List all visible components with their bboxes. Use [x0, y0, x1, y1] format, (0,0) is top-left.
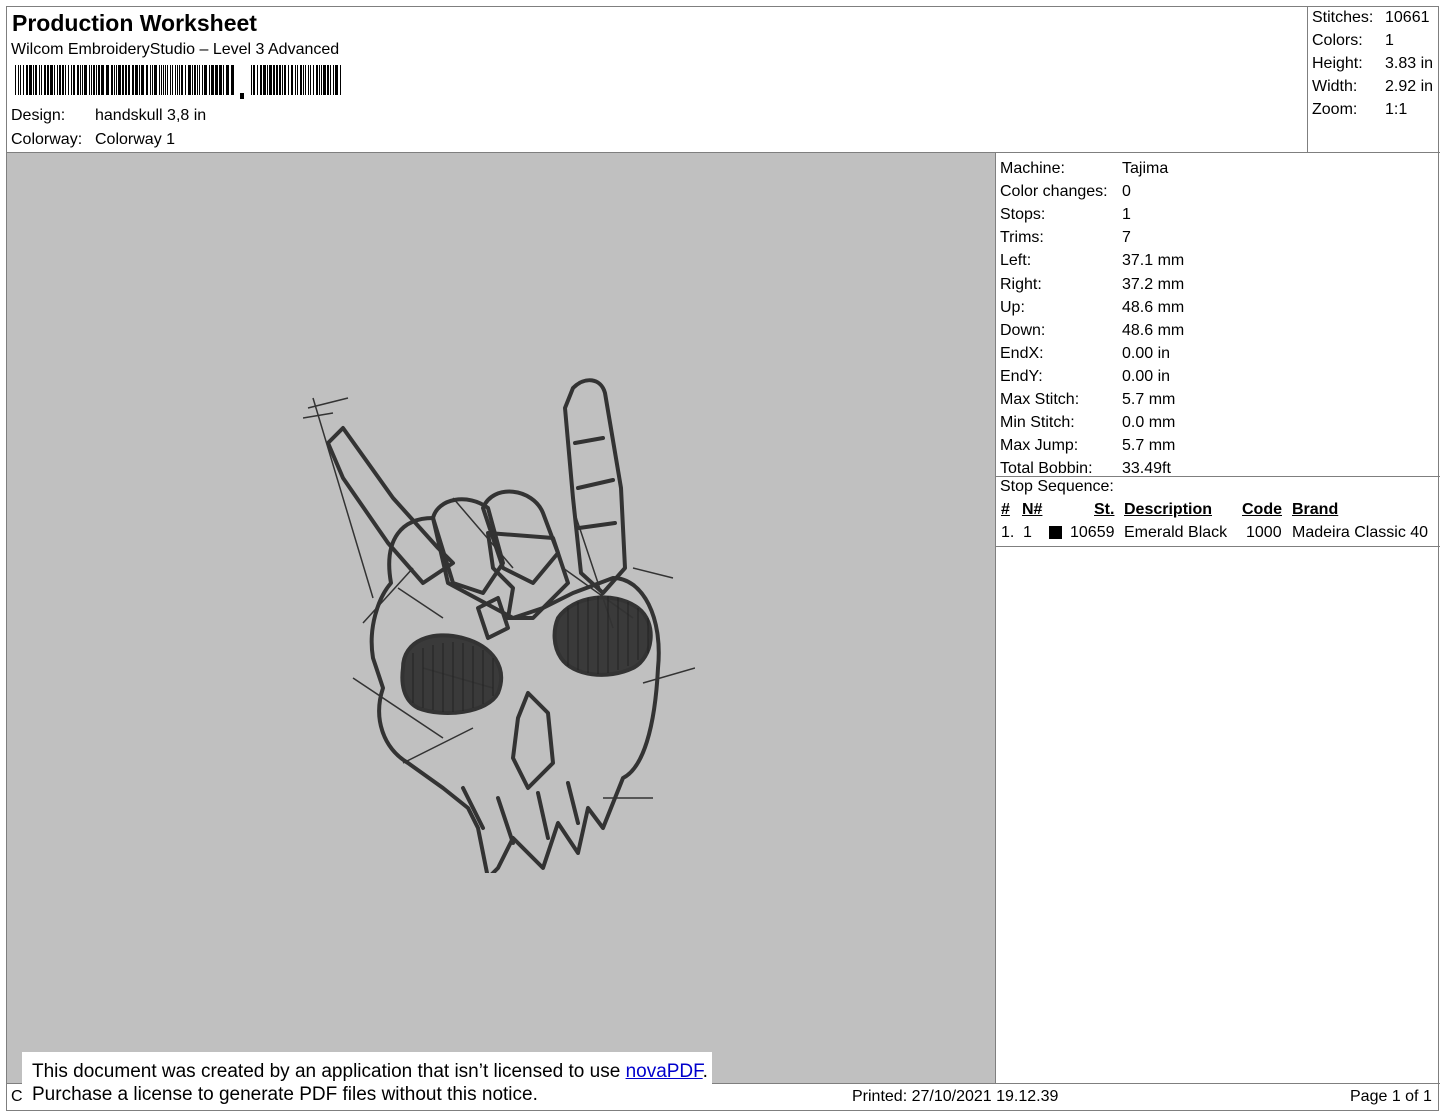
row-stitches: 10659 [1070, 524, 1115, 541]
stat-value: Tajima [1122, 160, 1169, 177]
software-name: Wilcom EmbroideryStudio – Level 3 Advanc… [11, 41, 340, 58]
summary-value: 10661 [1385, 9, 1430, 26]
column-header-description: Description [1124, 501, 1213, 518]
stat-row: Left: 37.1 mm [1000, 252, 1184, 270]
stat-row: Color changes: 0 [1000, 183, 1131, 201]
row-needle: 1 [1023, 524, 1032, 541]
stat-label: Color changes: [1000, 183, 1108, 201]
summary-label: Zoom: [1312, 101, 1358, 118]
printed-timestamp: Printed: 27/10/2021 19.12.39 [852, 1088, 1059, 1105]
summary-label: Height: [1312, 55, 1363, 72]
column-header-brand: Brand [1292, 501, 1339, 518]
summary-value: 3.83 in [1385, 55, 1434, 72]
design-preview [7, 153, 996, 1083]
summary-stitches: Stitches: 10661 [1312, 9, 1430, 27]
novapdf-link[interactable]: novaPDF [626, 1061, 703, 1082]
stat-label: Total Bobbin: [1000, 460, 1093, 478]
stat-value: 48.6 mm [1122, 298, 1185, 316]
stat-row: Stops: 1 [1000, 206, 1131, 224]
row-description: Emerald Black [1124, 524, 1228, 541]
stat-row: Machine: Tajima [1000, 160, 1168, 178]
column-header-stitches: St. [1094, 501, 1115, 518]
license-notice: This document was created by an applicat… [22, 1052, 712, 1105]
row-code: 1000 [1246, 524, 1282, 541]
row-brand: Madeira Classic 40 [1292, 524, 1429, 541]
stat-value: 0 [1122, 183, 1131, 201]
thread-color-swatch [1049, 526, 1062, 539]
summary-label: Width: [1312, 78, 1358, 95]
stat-row: Up: 48.6 mm [1000, 298, 1184, 317]
stat-value: 0.00 in [1122, 367, 1171, 385]
summary-panel: Stitches: 10661 Colors: 1 Height: 3.83 i… [1307, 7, 1440, 153]
stat-row: EndY: 0.00 in [1000, 367, 1170, 386]
design-value: handskull 3,8 in [95, 107, 207, 124]
stat-label: Up: [1000, 298, 1025, 316]
column-header-needle: N# [1022, 501, 1043, 518]
row-number: 1. [1001, 524, 1015, 541]
embroidery-design-image [303, 378, 695, 873]
column-header-number: # [1001, 501, 1010, 518]
stat-label: Min Stitch: [1000, 414, 1075, 432]
summary-value: 1:1 [1385, 101, 1408, 118]
stat-label: EndX: [1000, 344, 1044, 362]
stat-row: Down: 48.6 mm [1000, 321, 1184, 340]
stat-label: Down: [1000, 321, 1046, 339]
stat-label: Stops: [1000, 206, 1046, 224]
stat-value: 7 [1122, 229, 1131, 247]
notice-text: . [702, 1061, 708, 1082]
stat-value: 1 [1122, 206, 1131, 224]
summary-label: Colors: [1312, 32, 1363, 49]
stat-label: Left: [1000, 252, 1032, 270]
summary-zoom: Zoom: 1:1 [1312, 101, 1407, 119]
worksheet: Production Worksheet Wilcom EmbroiderySt… [6, 6, 1440, 1111]
stat-label: Max Jump: [1000, 437, 1079, 455]
stop-sequence-title: Stop Sequence: [1000, 478, 1114, 495]
summary-value: 2.92 in [1385, 78, 1434, 95]
divider [996, 476, 1440, 477]
stat-label: Machine: [1000, 160, 1065, 177]
stat-label: Max Stitch: [1000, 391, 1080, 408]
colorway-value: Colorway 1 [95, 131, 176, 148]
stat-label: EndY: [1000, 367, 1043, 385]
stat-row: Min Stitch: 0.0 mm [1000, 414, 1175, 432]
notice-line-2: Purchase a license to generate PDF files… [32, 1084, 538, 1105]
stat-row: Trims: 7 [1000, 229, 1131, 247]
stat-value: 0.00 in [1122, 344, 1171, 362]
stat-row: Max Jump: 5.7 mm [1000, 437, 1175, 455]
design-label: Design: [11, 107, 66, 124]
summary-value: 1 [1385, 32, 1394, 49]
divider [996, 546, 1440, 547]
stat-row: Right: 37.2 mm [1000, 275, 1184, 294]
page-title: Production Worksheet [12, 10, 257, 36]
header: Production Worksheet Wilcom EmbroiderySt… [7, 7, 1440, 153]
stat-value: 5.7 mm [1122, 391, 1176, 408]
summary-colors: Colors: 1 [1312, 32, 1394, 50]
stat-label: Right: [1000, 275, 1042, 293]
notice-line-1: This document was created by an applicat… [32, 1061, 708, 1083]
barcode [15, 65, 341, 99]
stat-label: Trims: [1000, 229, 1044, 247]
stat-value: 5.7 mm [1122, 437, 1176, 455]
summary-width: Width: 2.92 in [1312, 78, 1433, 96]
summary-height: Height: 3.83 in [1312, 55, 1433, 73]
stat-row: EndX: 0.00 in [1000, 344, 1170, 363]
notice-text: This document was created by an applicat… [32, 1061, 626, 1082]
page-number: Page 1 of 1 [1350, 1088, 1432, 1105]
summary-label: Stitches: [1312, 9, 1374, 26]
colorway-label: Colorway: [11, 131, 83, 148]
column-header-code: Code [1242, 501, 1282, 518]
stat-value: 0.0 mm [1122, 414, 1176, 432]
stat-value: 37.2 mm [1122, 275, 1185, 293]
stat-value: 37.1 mm [1122, 252, 1185, 270]
stat-value: 48.6 mm [1122, 321, 1185, 339]
stat-row: Max Stitch: 5.7 mm [1000, 391, 1175, 409]
